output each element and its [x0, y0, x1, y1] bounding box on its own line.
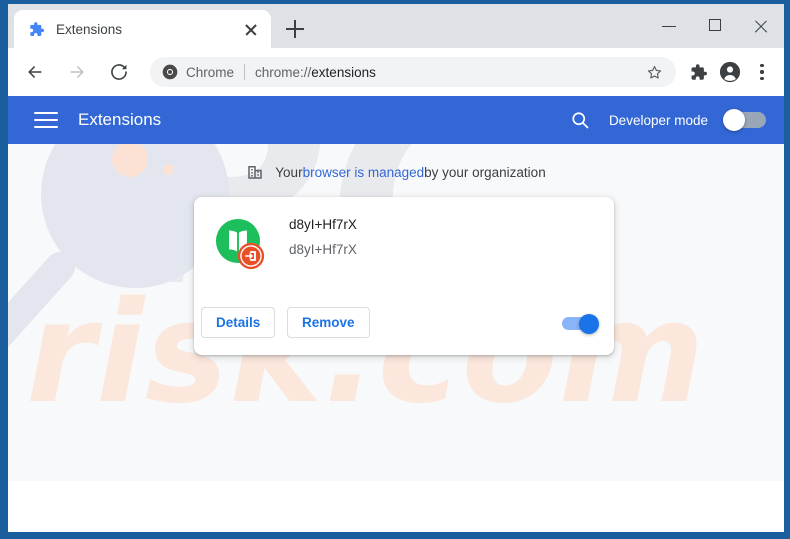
- managed-browser-banner: Your browser is managed by your organiza…: [8, 163, 784, 181]
- back-arrow-icon[interactable]: [18, 55, 52, 89]
- forward-arrow-icon: [60, 55, 94, 89]
- sideloaded-extension-icon: [237, 242, 265, 270]
- new-tab-button[interactable]: [282, 16, 308, 42]
- page-title: Extensions: [78, 110, 162, 129]
- managed-browser-link[interactable]: browser is managed: [303, 165, 425, 180]
- close-icon[interactable]: [241, 19, 261, 39]
- developer-mode-label: Developer mode: [608, 112, 708, 128]
- puzzle-piece-icon: [30, 21, 45, 36]
- extension-icon: [215, 218, 267, 270]
- magnifier-handle-icon: [8, 245, 82, 359]
- tab-title: Extensions: [56, 21, 123, 37]
- remove-button[interactable]: Remove: [287, 307, 370, 338]
- extension-description: d8yI+Hf7rX: [289, 242, 357, 257]
- maximize-icon[interactable]: [692, 4, 738, 48]
- details-button[interactable]: Details: [201, 307, 276, 338]
- extension-card: d8yI+Hf7rX d8yI+Hf7rX Details Remove: [194, 197, 614, 355]
- browser-toolbar: Chrome chrome://extensions: [8, 48, 784, 96]
- close-icon[interactable]: [738, 4, 784, 48]
- extension-name: d8yI+Hf7rX: [289, 217, 357, 232]
- address-bar[interactable]: Chrome chrome://extensions: [150, 57, 676, 87]
- minimize-icon[interactable]: [646, 4, 692, 48]
- chrome-logo-icon: [162, 64, 178, 80]
- managed-banner-text-after: by your organization: [424, 164, 546, 180]
- omnibox-site-label: Chrome: [186, 64, 235, 80]
- three-dot-menu-icon[interactable]: [746, 56, 778, 88]
- star-icon[interactable]: [640, 58, 668, 86]
- tab-strip: Extensions: [8, 4, 784, 48]
- extension-enable-toggle[interactable]: [562, 313, 599, 334]
- omnibox-url-path: extensions: [311, 64, 376, 80]
- browser-window: Extensions Chrome chrome://extensions Ex…: [0, 0, 790, 539]
- browser-tab-extensions[interactable]: Extensions: [14, 10, 271, 48]
- hamburger-menu-icon[interactable]: [34, 111, 58, 129]
- managed-banner-text-before: Your: [275, 164, 303, 180]
- extensions-puzzle-icon[interactable]: [682, 56, 714, 88]
- extensions-header: Extensions Developer mode: [8, 96, 784, 144]
- reload-icon[interactable]: [102, 55, 136, 89]
- building-icon: [248, 166, 263, 179]
- profile-avatar-icon[interactable]: [714, 56, 746, 88]
- browser-window-inner: Extensions Chrome chrome://extensions Ex…: [8, 4, 784, 532]
- window-controls: [646, 4, 784, 48]
- omnibox-url-scheme: chrome://: [255, 64, 312, 80]
- search-icon[interactable]: [567, 107, 593, 133]
- omnibox-divider: [244, 64, 246, 80]
- developer-mode-toggle[interactable]: [723, 109, 766, 131]
- omnibox-url-text: chrome://extensions: [255, 65, 640, 80]
- extensions-page: PC risk.com Extensions: [8, 96, 784, 481]
